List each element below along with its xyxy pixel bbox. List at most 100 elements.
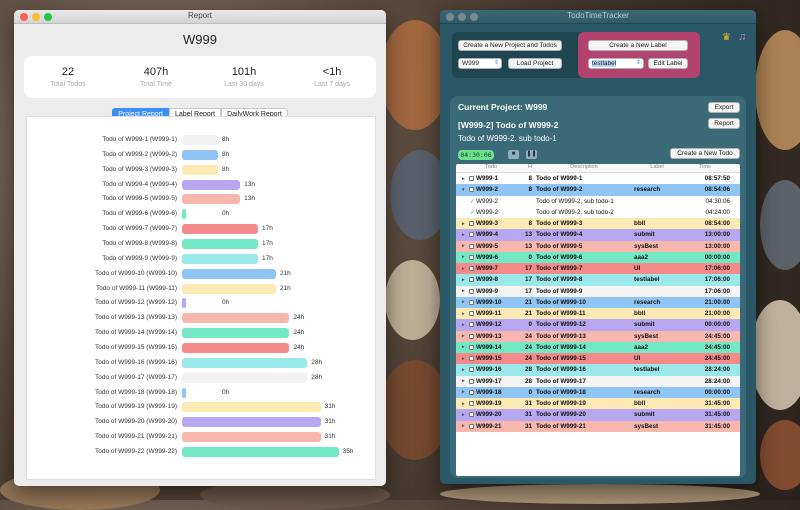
table-row[interactable]: ▸ W999-19 31 Todo of W999-19 bbll 31:45:00: [456, 398, 740, 410]
disclosure-triangle-icon[interactable]: ▸: [462, 311, 467, 317]
checkbox[interactable]: [469, 367, 474, 373]
label-select[interactable]: testlabel ⇕: [588, 58, 644, 69]
checkbox[interactable]: [469, 322, 474, 328]
checkbox[interactable]: [469, 187, 474, 193]
table-row[interactable]: ▸ W999-9 17 Todo of W999-9 17:06:00: [456, 285, 740, 297]
subtodo-row[interactable]: ✓ W999-2 Todo of W999-2, sub todo-2 04:24:0…: [456, 206, 740, 218]
table-row[interactable]: ▸ W999-8 17 Todo of W999-8 testlabel 17:06:00: [456, 274, 740, 286]
subtodo-row[interactable]: ✓ W999-2 Todo of W999-2, sub todo-1 04:30:0…: [456, 195, 740, 207]
table-row[interactable]: ▸ W999-3 8 Todo of W999-3 bbll 08:54:00: [456, 218, 740, 230]
table-row[interactable]: ▸ W999-6 0 Todo of W999-6 aaa2 00:00:00: [456, 251, 740, 263]
project-select[interactable]: W999 ⇕: [458, 58, 502, 69]
checkbox[interactable]: [469, 254, 474, 260]
bar-label: Todo of W999-9 (W999-9): [102, 254, 177, 262]
checkbox[interactable]: [469, 401, 474, 407]
disclosure-triangle-icon[interactable]: ▸: [462, 423, 467, 429]
table-row[interactable]: ▸ W999-1 8 Todo of W999-1 08:57:50: [456, 173, 740, 185]
checkbox[interactable]: [469, 243, 474, 249]
checkbox[interactable]: [469, 176, 474, 182]
checkbox[interactable]: [469, 333, 474, 339]
checkbox[interactable]: [469, 299, 474, 305]
bar-value-label: 21h: [279, 284, 291, 292]
table-row[interactable]: ▾ W999-2 8 Todo of W999-2 research 08:54:06: [456, 184, 740, 196]
cell-time: 21:00:00: [704, 310, 730, 318]
column-header-hours[interactable]: H: [520, 164, 534, 172]
column-header-todo[interactable]: Todo: [456, 164, 520, 172]
table-row[interactable]: ▸ W999-13 24 Todo of W999-13 sysBest 24:45:00: [456, 330, 740, 342]
bar-label: Todo of W999-8 (W999-8): [102, 240, 177, 248]
checkbox[interactable]: [469, 344, 474, 350]
table-row[interactable]: ▸ W999-11 21 Todo of W999-11 bbll 21:00:00: [456, 308, 740, 320]
checkbox[interactable]: [469, 288, 474, 294]
table-row[interactable]: ▸ W999-17 28 Todo of W999-17 28:24:00: [456, 375, 740, 387]
cell-description: Todo of W999-18: [536, 388, 586, 396]
disclosure-triangle-icon[interactable]: ▾: [462, 187, 467, 193]
create-label-button[interactable]: Create a New Label: [588, 40, 688, 51]
disclosure-triangle-icon[interactable]: ▸: [462, 333, 467, 339]
disclosure-triangle-icon[interactable]: ▸: [462, 176, 467, 182]
cell-hours: 8: [528, 186, 532, 194]
todo-id: W999-21: [476, 422, 502, 430]
disclosure-triangle-icon[interactable]: ▸: [462, 243, 467, 249]
table-row[interactable]: ▸ W999-5 13 Todo of W999-5 sysBest 13:00:00: [456, 240, 740, 252]
disclosure-triangle-icon[interactable]: ▸: [462, 221, 467, 227]
checkbox[interactable]: [469, 412, 474, 418]
disclosure-triangle-icon[interactable]: ▸: [462, 344, 467, 350]
disclosure-triangle-icon[interactable]: ▸: [462, 356, 467, 362]
todo-id: W999-1: [476, 175, 499, 183]
crown-icon[interactable]: ♛: [722, 32, 731, 43]
cell-todo-id: ▸ W999-4: [456, 231, 520, 238]
table-row[interactable]: ▸ W999-18 0 Todo of W999-18 research 00:00:00: [456, 386, 740, 398]
create-project-button[interactable]: Create a New Project and Todos: [458, 40, 562, 51]
table-row[interactable]: ▸ W999-15 24 Todo of W999-15 UI 24:45:00: [456, 353, 740, 365]
checkbox[interactable]: [469, 356, 474, 362]
table-row[interactable]: ▸ W999-12 0 Todo of W999-12 submit 00:00:00: [456, 319, 740, 331]
checkbox[interactable]: [469, 311, 474, 317]
column-header-time[interactable]: Time: [680, 164, 734, 172]
pause-icon[interactable]: ❚❚: [526, 150, 537, 159]
cell-todo-id: ▸ W999-17: [456, 378, 520, 385]
table-row[interactable]: ▸ W999-21 31 Todo of W999-21 sysBest 31:45:00: [456, 420, 740, 432]
disclosure-triangle-icon[interactable]: ▸: [462, 266, 467, 272]
table-row[interactable]: ▸ W999-20 31 Todo of W999-20 submit 31:45:00: [456, 409, 740, 421]
disclosure-triangle-icon[interactable]: ▸: [462, 254, 467, 260]
table-row[interactable]: ▸ W999-16 28 Todo of W999-16 testlabel 28:24:…: [456, 364, 740, 376]
cell-time: 04:24:00: [705, 208, 730, 216]
create-todo-button[interactable]: Create a New Todo: [670, 148, 740, 159]
music-note-icon[interactable]: ♫: [738, 31, 746, 43]
disclosure-triangle-icon[interactable]: ▸: [462, 389, 467, 395]
disclosure-triangle-icon[interactable]: ▸: [462, 288, 467, 294]
report-titlebar: Report: [14, 10, 386, 24]
disclosure-triangle-icon[interactable]: ▸: [462, 232, 467, 238]
disclosure-triangle-icon[interactable]: ▸: [462, 367, 467, 373]
stop-icon[interactable]: ■: [508, 150, 519, 159]
checkbox[interactable]: [469, 389, 474, 395]
cell-hours: 21: [524, 298, 532, 306]
disclosure-triangle-icon[interactable]: ▸: [462, 299, 467, 305]
column-header-label[interactable]: Label: [632, 164, 680, 172]
cell-description: Todo of W999-16: [536, 366, 586, 374]
disclosure-triangle-icon[interactable]: ▸: [462, 412, 467, 418]
table-row[interactable]: ▸ W999-14 24 Todo of W999-14 aaa2 24:45:00: [456, 341, 740, 353]
load-project-button[interactable]: Load Project: [508, 58, 562, 69]
bar-label: Todo of W999-11 (W999-11): [95, 284, 177, 292]
checkbox[interactable]: [469, 221, 474, 227]
report-button[interactable]: Report: [708, 118, 740, 129]
checkbox[interactable]: [469, 232, 474, 238]
disclosure-triangle-icon[interactable]: ▸: [462, 378, 467, 384]
cell-hours: 13: [524, 231, 532, 239]
export-button[interactable]: Export: [708, 102, 740, 113]
checkbox[interactable]: [469, 378, 474, 384]
column-header-description[interactable]: Description: [534, 164, 632, 172]
table-row[interactable]: ▸ W999-4 13 Todo of W999-4 submit 13:00:00: [456, 229, 740, 241]
cell-todo-id: ▸ W999-11: [456, 310, 520, 317]
disclosure-triangle-icon[interactable]: ▸: [462, 401, 467, 407]
checkbox[interactable]: [469, 277, 474, 283]
checkbox[interactable]: [469, 423, 474, 429]
edit-label-button[interactable]: Edit Label: [648, 58, 688, 69]
table-row[interactable]: ▸ W999-10 21 Todo of W999-10 research 21:00:0…: [456, 296, 740, 308]
checkbox[interactable]: [469, 266, 474, 272]
disclosure-triangle-icon[interactable]: ▸: [462, 277, 467, 283]
table-row[interactable]: ▸ W999-7 17 Todo of W999-7 UI 17:06:00: [456, 263, 740, 275]
disclosure-triangle-icon[interactable]: ▸: [462, 322, 467, 328]
